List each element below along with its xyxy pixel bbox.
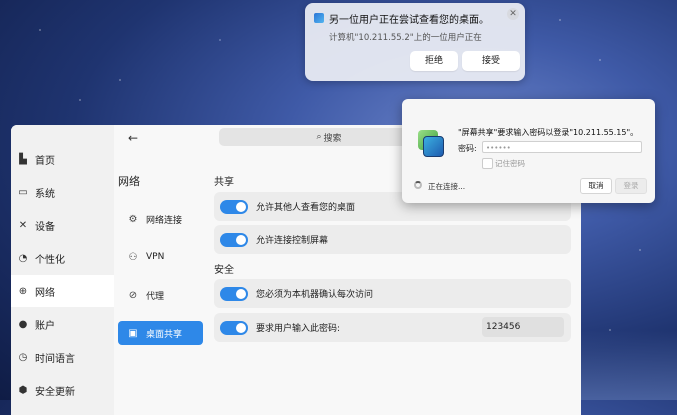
option-label: 允许其他人查看您的桌面 bbox=[256, 203, 356, 213]
clock-icon: ◷ bbox=[18, 351, 28, 363]
require-password-toggle[interactable] bbox=[220, 320, 248, 335]
globe-icon: ⊕ bbox=[18, 285, 28, 297]
password-label: 密码: bbox=[458, 144, 477, 153]
accept-button[interactable]: 接受 bbox=[462, 51, 520, 71]
sidebar-item-label: 系统 bbox=[35, 188, 55, 200]
option-row-confirm-access: 您必须为本机器确认每次访问 bbox=[214, 279, 571, 308]
screen-sharing-app-icon bbox=[418, 130, 444, 158]
tools-icon: ✕ bbox=[18, 219, 28, 231]
security-group-title: 安全 bbox=[214, 265, 234, 276]
sidebar-item-label: 设备 bbox=[35, 221, 55, 233]
sidebar-item-system[interactable]: ▭ 系统 bbox=[11, 176, 114, 208]
dialog-title: "屏幕共享"要求输入密码以登录"10.211.55.15"。 bbox=[458, 128, 639, 137]
password-field[interactable]: 123456 bbox=[482, 317, 564, 337]
allow-view-toggle[interactable] bbox=[220, 199, 248, 214]
notification-popup: 另一位用户正在尝试查看您的桌面。 ✕ 计算机"10.211.55.2"上的一位用… bbox=[305, 3, 525, 81]
sidebar-item-network[interactable]: ⊕ 网络 bbox=[11, 275, 114, 307]
option-label: 允许连接控制屏幕 bbox=[256, 236, 329, 246]
sidebar-item-devices[interactable]: ✕ 设备 bbox=[11, 209, 114, 241]
dialog-password-input[interactable]: •••••• bbox=[482, 141, 642, 153]
sidebar-item-home[interactable]: ▙ 首页 bbox=[11, 143, 114, 175]
search-placeholder: 搜索 bbox=[323, 133, 342, 144]
notification-title: 另一位用户正在尝试查看您的桌面。 bbox=[329, 15, 489, 26]
notification-body: 计算机"10.211.55.2"上的一位用户正在 bbox=[329, 33, 482, 43]
sidebar-item-accounts[interactable]: ● 账户 bbox=[11, 308, 114, 340]
subnav-item-vpn[interactable]: ⚇ VPN bbox=[118, 245, 203, 269]
subnav-item-label: 桌面共享 bbox=[146, 329, 183, 340]
subnav-item-desktop-sharing[interactable]: ▣ 桌面共享 bbox=[118, 321, 203, 345]
option-label: 您必须为本机器确认每次访问 bbox=[256, 290, 374, 300]
sidebar-item-time-language[interactable]: ◷ 时间语言 bbox=[11, 341, 114, 373]
cancel-button[interactable]: 取消 bbox=[580, 178, 612, 194]
shield-icon: ⬢ bbox=[18, 384, 28, 396]
sidebar-item-label: 安全更新 bbox=[35, 386, 75, 398]
subnav-item-proxy[interactable]: ⊘ 代理 bbox=[118, 283, 203, 307]
close-icon[interactable]: ✕ bbox=[507, 8, 519, 20]
subnav-item-network-connections[interactable]: ⚙ 网络连接 bbox=[118, 207, 203, 231]
allow-control-toggle[interactable] bbox=[220, 232, 248, 247]
sharing-group-title: 共享 bbox=[214, 177, 234, 188]
monitor-icon: ▭ bbox=[18, 186, 28, 198]
option-row-require-password: 要求用户输入此密码: 123456 bbox=[214, 313, 571, 342]
network-connection-icon: ⚙ bbox=[128, 213, 138, 225]
loading-spinner-icon bbox=[414, 181, 422, 189]
sidebar: ▙ 首页 ▭ 系统 ✕ 设备 ◔ 个性化 ⊕ 网络 ● 账户 ◷ 时间语言 ⬢ bbox=[11, 125, 114, 415]
palette-icon: ◔ bbox=[18, 252, 28, 264]
sidebar-item-label: 账户 bbox=[35, 320, 55, 332]
remember-password-checkbox[interactable] bbox=[482, 158, 493, 169]
login-button[interactable]: 登录 bbox=[615, 178, 647, 194]
confirm-access-toggle[interactable] bbox=[220, 286, 248, 301]
connection-status: 正在连接... bbox=[428, 182, 466, 191]
notification-app-icon bbox=[314, 13, 324, 23]
user-icon: ● bbox=[18, 318, 28, 330]
subnav-item-label: 代理 bbox=[146, 291, 165, 302]
search-icon: ⌕ bbox=[316, 132, 322, 142]
sidebar-item-label: 首页 bbox=[35, 155, 55, 167]
remember-password-label: 记住密码 bbox=[495, 159, 525, 168]
sidebar-item-label: 个性化 bbox=[35, 254, 65, 266]
sidebar-item-security-update[interactable]: ⬢ 安全更新 bbox=[11, 374, 114, 406]
back-arrow-icon[interactable]: ← bbox=[128, 131, 138, 145]
subnav-item-label: VPN bbox=[146, 252, 165, 262]
sidebar-item-label: 网络 bbox=[35, 287, 55, 299]
password-dialog: "屏幕共享"要求输入密码以登录"10.211.55.15"。 密码: •••••… bbox=[402, 99, 655, 203]
subnav-item-label: 网络连接 bbox=[146, 215, 183, 226]
home-icon: ▙ bbox=[19, 153, 27, 165]
option-row-allow-control: 允许连接控制屏幕 bbox=[214, 225, 571, 254]
screen-share-icon: ▣ bbox=[128, 327, 138, 339]
sidebar-item-personalization[interactable]: ◔ 个性化 bbox=[11, 242, 114, 274]
reject-button[interactable]: 拒绝 bbox=[410, 51, 458, 71]
section-title: 网络 bbox=[118, 175, 140, 188]
vpn-icon: ⚇ bbox=[128, 251, 138, 263]
option-label: 要求用户输入此密码: bbox=[256, 324, 341, 334]
sidebar-item-label: 时间语言 bbox=[35, 353, 75, 365]
proxy-icon: ⊘ bbox=[128, 289, 138, 301]
